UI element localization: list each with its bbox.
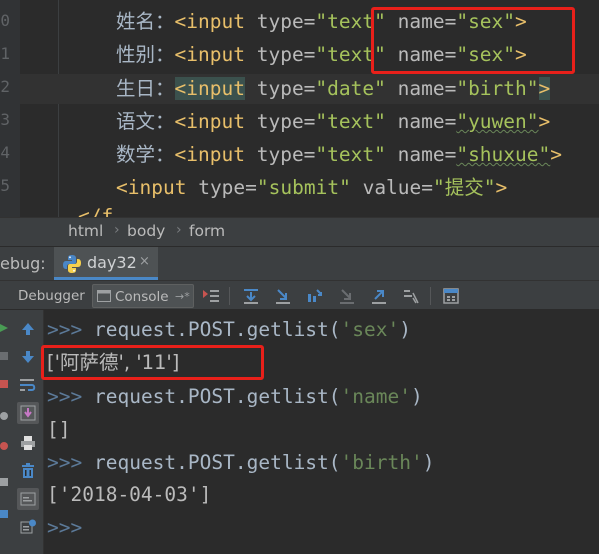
line-number: 2 <box>0 77 10 96</box>
print-icon[interactable] <box>17 432 39 454</box>
code-line-shuxue: 数学：<input type="text" name="shuxue"> <box>116 143 562 166</box>
console-output-line: ['2018-04-03'] <box>47 483 212 506</box>
evaluate-expression-icon[interactable] <box>440 285 462 307</box>
code-line-form-close: </f <box>78 205 114 217</box>
step-into-my-code-icon[interactable] <box>304 285 326 307</box>
console-icon <box>97 290 111 302</box>
debug-tool-window-header: ebug: day32 × <box>0 246 599 280</box>
soft-wrap-icon[interactable] <box>17 374 39 396</box>
chevron-right-icon: › <box>114 222 120 238</box>
code-line-yuwen: 语文：<input type="text" name="yuwen"> <box>116 110 551 133</box>
console-input-line: >>> request.POST.getlist('name') <box>47 385 423 408</box>
breadcrumb-html[interactable]: html <box>68 222 103 240</box>
settings-icon[interactable] <box>0 478 8 486</box>
stop-icon[interactable] <box>0 380 8 388</box>
tab-console-label: Console <box>115 289 169 305</box>
arrow-down-icon[interactable] <box>17 346 39 368</box>
code-editor[interactable]: 0 1 2 3 4 5 姓名：<input type="text" name="… <box>0 0 599 217</box>
pin-icon[interactable] <box>0 510 8 518</box>
console-output-line: [] <box>47 418 71 441</box>
console-prompt-line[interactable]: >>> <box>47 511 82 544</box>
view-breakpoints-icon[interactable] <box>0 412 8 420</box>
arrow-up-icon[interactable] <box>17 318 39 340</box>
console-actions <box>12 310 44 554</box>
mute-breakpoints-icon[interactable] <box>0 442 8 450</box>
console-input-line: >>> request.POST.getlist('birth') <box>47 451 435 474</box>
editor-gutter: 0 1 2 3 4 5 <box>0 0 20 217</box>
toolbar-divider <box>229 287 230 305</box>
debug-toolbar: Debugger Console →* <box>0 280 599 310</box>
close-icon[interactable]: × <box>139 254 150 269</box>
resume-icon[interactable] <box>0 324 8 332</box>
pin-icon: →* <box>175 290 190 303</box>
debug-label: ebug: <box>0 254 46 273</box>
chevron-right-icon: › <box>176 222 182 238</box>
step-out-icon[interactable] <box>368 285 390 307</box>
run-to-cursor-icon[interactable] <box>400 285 422 307</box>
line-number: 4 <box>0 143 10 162</box>
history-icon[interactable] <box>17 516 39 538</box>
scroll-to-end-icon[interactable] <box>17 402 39 424</box>
tab-debugger[interactable]: Debugger <box>16 284 88 308</box>
breadcrumb-form[interactable]: form <box>189 222 225 240</box>
show-execution-point-icon[interactable] <box>200 285 222 307</box>
annotation-box-result <box>41 345 264 380</box>
python-icon <box>63 255 81 273</box>
breadcrumb: html › body › form <box>0 217 599 246</box>
toolbar-divider <box>430 287 431 305</box>
trash-icon[interactable] <box>17 460 39 482</box>
console-view-icon[interactable] <box>17 488 39 510</box>
tab-label: day32 <box>87 253 137 272</box>
debug-side-actions <box>0 310 12 554</box>
line-number: 1 <box>0 44 10 63</box>
step-into-icon[interactable] <box>272 285 294 307</box>
gutter-divider <box>58 0 59 217</box>
pause-icon[interactable] <box>0 352 8 360</box>
console-input-line: >>> request.POST.getlist('sex') <box>47 318 411 341</box>
force-step-into-icon[interactable] <box>336 285 358 307</box>
tab-day32[interactable]: day32 × <box>54 247 158 280</box>
breadcrumb-body[interactable]: body <box>127 222 165 240</box>
tab-console[interactable]: Console →* <box>92 284 194 308</box>
step-over-icon[interactable] <box>240 285 262 307</box>
line-number: 5 <box>0 176 10 195</box>
code-line-submit: <input type="submit" value="提交"> <box>116 176 508 199</box>
code-line-birth: 生日：<input type="date" name="birth"> <box>116 77 551 100</box>
line-number: 3 <box>0 110 10 129</box>
annotation-box-sex <box>371 7 575 74</box>
line-number: 0 <box>0 11 10 30</box>
